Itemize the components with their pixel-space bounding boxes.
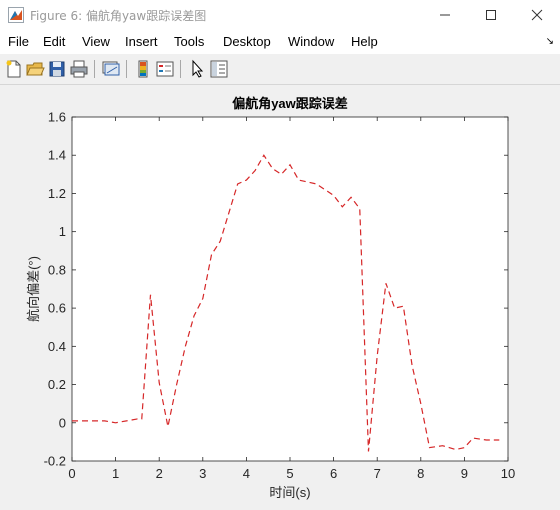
figure-canvas: 0 1 2 3 4 5 6 7 8 9 10 -0.2 0 0.2 0.4 0.6 0.8 1 1.2 1.4 1.6 …	[0, 85, 560, 506]
y-tick-label: 0.2	[48, 377, 66, 392]
x-tick-label: 5	[286, 466, 293, 481]
save-icon[interactable]	[47, 59, 67, 79]
menu-window[interactable]: Window	[288, 34, 334, 49]
new-figure-icon[interactable]	[4, 59, 24, 79]
x-axis-label: 时间(s)	[269, 485, 310, 500]
window-title: Figure 6: 偏航角yaw跟踪误差图	[30, 9, 207, 23]
close-icon	[531, 9, 543, 21]
plot-area[interactable]: 0 1 2 3 4 5 6 7 8 9 10-0.200.20.40.60.811.21.41.6 …	[0, 85, 560, 506]
link-plot-icon[interactable]	[101, 59, 121, 79]
minimize-button[interactable]	[422, 0, 468, 30]
open-file-icon[interactable]	[25, 59, 45, 79]
title-bar: Figure 6: 偏航角yaw跟踪误差图	[0, 0, 560, 30]
menu-edit[interactable]: Edit	[43, 34, 65, 49]
property-inspector-icon[interactable]	[209, 59, 229, 79]
toolbar-separator	[94, 60, 95, 78]
chart-title: 偏航角yaw跟踪误差	[232, 96, 348, 111]
y-tick-label: 1.2	[48, 186, 66, 201]
x-tick-label: 3	[199, 466, 206, 481]
x-tick-label: 9	[461, 466, 468, 481]
minimize-icon	[440, 14, 450, 16]
menu-tools[interactable]: Tools	[174, 34, 204, 49]
print-icon[interactable]	[69, 59, 89, 79]
y-tick-label: 0.4	[48, 339, 66, 354]
toolbar	[0, 54, 560, 85]
y-axis-label: 航向偏差(°)	[26, 256, 41, 322]
maximize-icon	[486, 10, 496, 20]
x-tick-label: 10	[501, 466, 515, 481]
menu-file[interactable]: File	[8, 34, 29, 49]
insert-legend-icon[interactable]	[155, 59, 175, 79]
close-button[interactable]	[514, 0, 560, 30]
axes-background	[71, 116, 509, 462]
x-tick-label: 7	[374, 466, 381, 481]
maximize-button[interactable]	[468, 0, 514, 30]
toolbar-separator	[180, 60, 181, 78]
insert-colorbar-icon[interactable]	[133, 59, 153, 79]
matlab-figure-icon	[8, 7, 24, 23]
y-tick-label: -0.2	[44, 454, 66, 469]
x-tick-label: 6	[330, 466, 337, 481]
x-tick-label: 2	[156, 466, 163, 481]
menu-view[interactable]: View	[82, 34, 110, 49]
y-tick-label: 1.4	[48, 148, 66, 163]
menu-desktop[interactable]: Desktop	[223, 34, 271, 49]
y-tick-label: 1	[59, 224, 66, 239]
menu-insert[interactable]: Insert	[125, 34, 158, 49]
y-tick-label: 0	[59, 415, 66, 430]
menu-help[interactable]: Help	[351, 34, 378, 49]
menu-overflow-arrow-icon[interactable]: ↘	[546, 36, 554, 47]
menu-bar: File Edit View Insert Tools Desktop Wind…	[0, 30, 560, 54]
x-tick-label: 0	[68, 466, 75, 481]
x-tick-label: 8	[417, 466, 424, 481]
edit-plot-pointer-icon[interactable]	[187, 59, 207, 79]
toolbar-separator	[126, 60, 127, 78]
y-tick-label: 1.6	[48, 110, 66, 125]
y-tick-label: 0.8	[48, 262, 66, 277]
y-tick-label: 0.6	[48, 301, 66, 316]
x-tick-label: 4	[243, 466, 250, 481]
x-tick-label: 1	[112, 466, 119, 481]
